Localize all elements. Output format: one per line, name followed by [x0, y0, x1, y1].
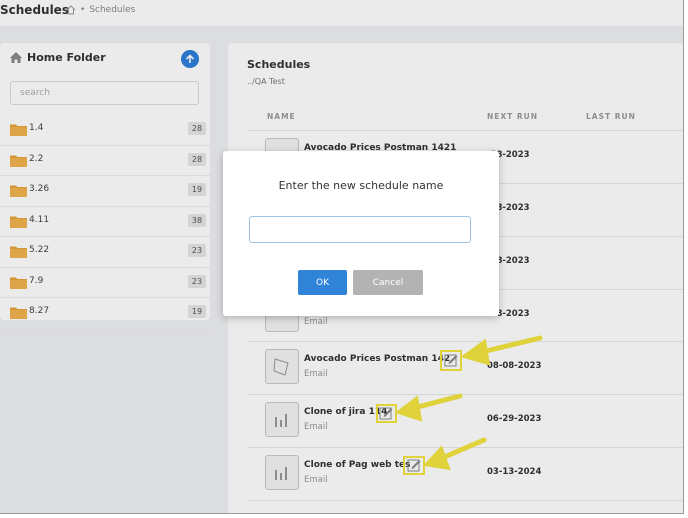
rename-schedule-dialog: Enter the new schedule name OK Cancel [223, 151, 499, 316]
dialog-title: Enter the new schedule name [278, 179, 444, 192]
cancel-button[interactable]: Cancel [353, 270, 423, 295]
schedule-name-input[interactable] [249, 216, 471, 243]
ok-button[interactable]: OK [298, 270, 347, 295]
app-window: Schedules • Schedules Home Folder 1.4 28… [0, 0, 684, 514]
